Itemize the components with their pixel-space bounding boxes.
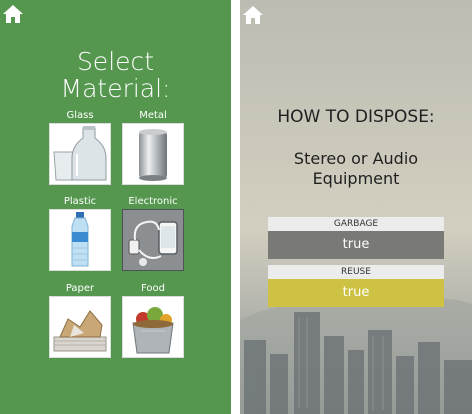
material-label: Plastic: [63, 196, 97, 207]
garbage-label: GARBAGE: [268, 217, 444, 231]
glass-icon: [49, 123, 111, 185]
material-label: Glass: [66, 110, 94, 121]
home-icon: [3, 5, 23, 23]
home-button[interactable]: [2, 3, 24, 25]
reuse-value-button[interactable]: true: [268, 279, 444, 307]
can-icon: [122, 123, 184, 185]
home-icon: [243, 6, 263, 24]
page-title: Select Material:: [0, 48, 231, 102]
garbage-value-button[interactable]: true: [268, 231, 444, 259]
panel-divider: [231, 0, 240, 414]
plastic-bottle-icon: [49, 209, 111, 271]
item-name: Stereo or Audio Equipment: [240, 149, 472, 189]
material-label: Electronic: [128, 196, 178, 207]
paper-icon: [49, 296, 111, 358]
material-food[interactable]: Food: [122, 283, 184, 358]
home-button[interactable]: [242, 4, 264, 26]
material-glass[interactable]: Glass: [49, 110, 111, 185]
title-line-1: Select: [76, 47, 155, 76]
material-label: Food: [141, 283, 165, 294]
reuse-label: REUSE: [268, 265, 444, 279]
material-electronic[interactable]: Electronic: [122, 196, 184, 271]
title-line-2: Material:: [60, 74, 171, 103]
material-select-screen: Select Material: Glass Metal Plastic Ele…: [0, 0, 231, 414]
material-label: Paper: [65, 283, 95, 294]
item-name-line-2: Equipment: [312, 169, 400, 188]
material-plastic[interactable]: Plastic: [49, 196, 111, 271]
dispose-info-screen: HOW TO DISPOSE: Stereo or Audio Equipmen…: [240, 0, 472, 414]
material-metal[interactable]: Metal: [122, 110, 184, 185]
material-paper[interactable]: Paper: [49, 283, 111, 358]
electronics-icon: [122, 209, 184, 271]
dispose-title: HOW TO DISPOSE:: [277, 107, 435, 127]
material-label: Metal: [139, 110, 167, 121]
city-skyline-background: [240, 0, 472, 414]
item-name-line-1: Stereo or Audio: [293, 149, 419, 168]
food-waste-icon: [122, 296, 184, 358]
